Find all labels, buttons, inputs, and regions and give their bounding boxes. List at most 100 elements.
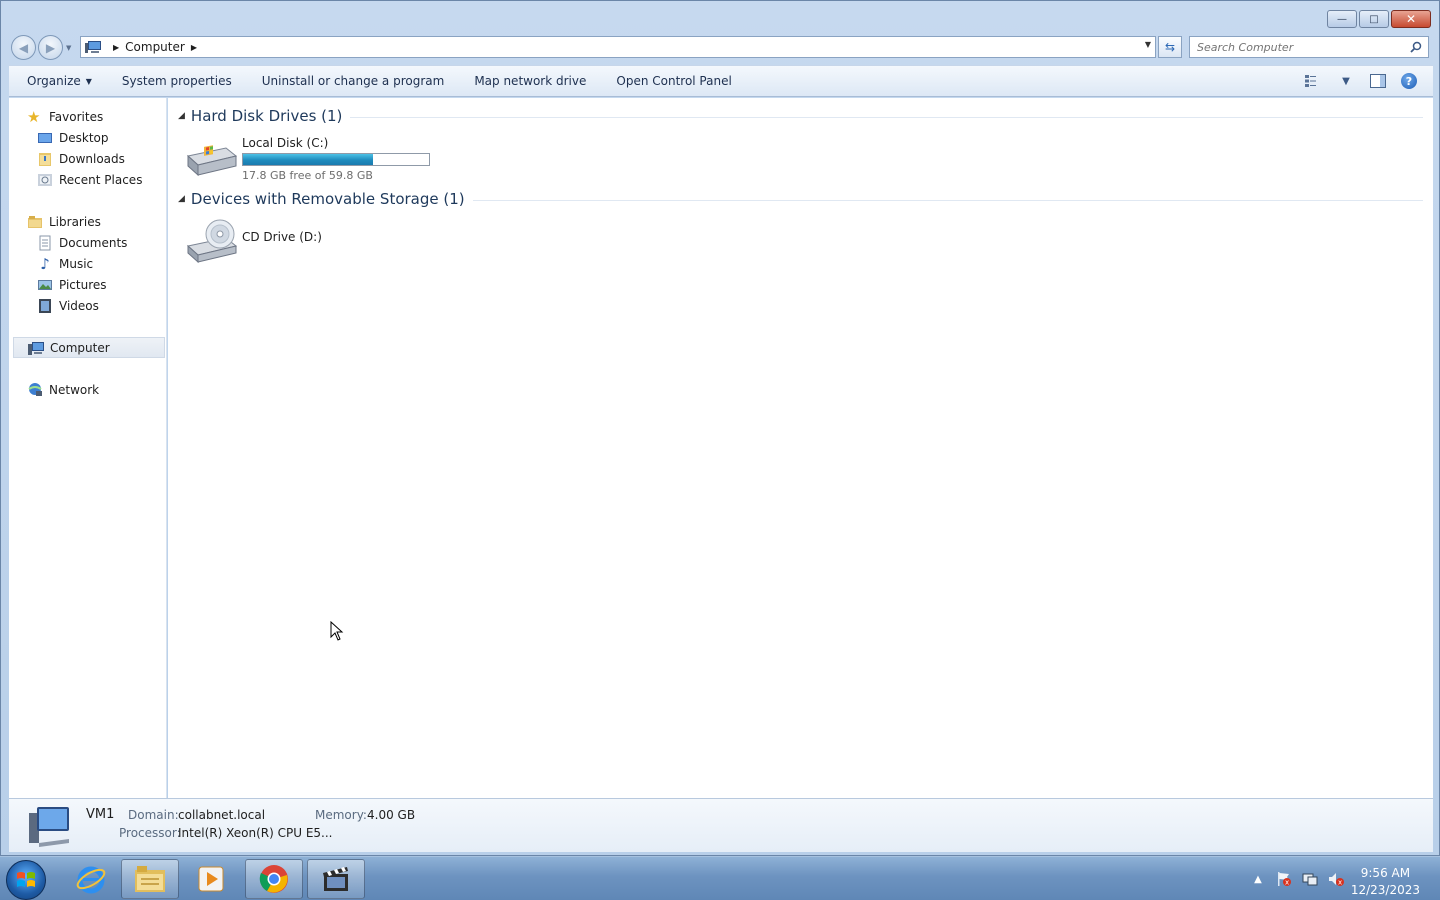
show-hidden-icons-button[interactable]: ▲ (1250, 871, 1266, 887)
drive-cd-d[interactable]: CD Drive (D:) (186, 218, 322, 264)
nav-pictures-label: Pictures (59, 277, 107, 292)
map-network-drive-button[interactable]: Map network drive (459, 66, 601, 96)
chevron-down-icon: ▼ (1342, 75, 1350, 87)
taskbar-media-player[interactable] (182, 859, 240, 899)
processor-label: Processor: (119, 826, 181, 840)
internet-explorer-icon (76, 866, 106, 894)
preview-pane-icon (1370, 74, 1386, 88)
film-clapper-icon (323, 867, 348, 891)
nav-pictures[interactable]: Pictures (37, 274, 107, 295)
drive-local-disk-c[interactable]: Local Disk (C:) 17.8 GB free of 59.8 GB (186, 134, 430, 182)
taskbar-movie-maker[interactable] (307, 859, 365, 899)
forward-arrow-icon: ▶ (45, 40, 56, 55)
nav-network-label: Network (49, 382, 100, 397)
computer-icon (29, 807, 69, 847)
music-note-icon: ♪ (40, 254, 50, 273)
group-header-removable-storage[interactable]: ◢ Devices with Removable Storage (1) (178, 190, 1423, 208)
command-bar: Organize ▼ System properties Uninstall or… (9, 65, 1433, 97)
change-view-button[interactable] (1305, 72, 1323, 90)
preview-pane-button[interactable] (1369, 72, 1387, 90)
memory-value: 4.00 GB (367, 808, 416, 822)
organize-menu[interactable]: Organize ▼ (9, 66, 107, 96)
group-header-hard-disk-drives[interactable]: ◢ Hard Disk Drives (1) (178, 107, 1423, 125)
taskbar-clock[interactable]: 9:56 AM 12/23/2023 (1351, 865, 1420, 899)
nav-favorites[interactable]: ★ Favorites (27, 106, 103, 127)
close-icon: ✕ (1405, 12, 1417, 26)
nav-libraries-label: Libraries (49, 214, 101, 229)
taskbar-internet-explorer[interactable] (62, 859, 120, 899)
nav-downloads[interactable]: Downloads (37, 148, 125, 169)
history-navigation: ◀ ▶ ▼ (11, 35, 76, 60)
help-button[interactable]: ? (1401, 73, 1417, 89)
network-status-button[interactable] (1302, 871, 1318, 887)
action-center-flag-button[interactable]: x (1276, 871, 1292, 887)
media-player-icon (198, 866, 224, 892)
documents-icon (39, 235, 51, 250)
libraries-icon (28, 215, 42, 228)
collapse-triangle-icon[interactable]: ◢ (178, 111, 185, 121)
downloads-folder-icon (39, 152, 51, 166)
pictures-icon (38, 279, 52, 290)
search-box[interactable] (1189, 36, 1429, 58)
drive-c-info: Local Disk (C:) 17.8 GB free of 59.8 GB (242, 134, 430, 182)
nav-network[interactable]: Network (27, 379, 99, 400)
taskbar-windows-explorer[interactable] (121, 859, 179, 899)
nav-desktop[interactable]: Desktop (37, 127, 109, 148)
nav-computer[interactable]: Computer (13, 337, 165, 358)
view-controls: ▼ ? (1305, 72, 1417, 90)
breadcrumb-computer[interactable]: Computer (125, 40, 185, 54)
search-input[interactable] (1197, 40, 1397, 54)
network-icon (28, 382, 42, 396)
open-control-panel-button[interactable]: Open Control Panel (601, 66, 746, 96)
folder-icon (135, 866, 165, 892)
breadcrumb-separator-icon[interactable]: ▶ (113, 43, 119, 52)
drive-c-free-space: 17.8 GB free of 59.8 GB (242, 169, 373, 182)
forward-button[interactable]: ▶ (38, 35, 63, 60)
address-history-dropdown[interactable]: ▼ (1145, 40, 1151, 49)
nav-documents-label: Documents (59, 235, 128, 250)
nav-music[interactable]: ♪ Music (37, 253, 93, 274)
svg-text:x: x (1285, 879, 1289, 887)
nav-libraries[interactable]: Libraries (27, 211, 101, 232)
back-arrow-icon: ◀ (18, 40, 29, 55)
view-dropdown[interactable]: ▼ (1337, 72, 1355, 90)
nav-computer-label: Computer (50, 340, 110, 355)
close-button[interactable]: ✕ (1391, 10, 1431, 28)
refresh-button[interactable]: ⇆ (1158, 36, 1182, 58)
windows-logo-icon (17, 872, 35, 887)
nav-recent-places[interactable]: Recent Places (37, 169, 142, 190)
minimize-button[interactable]: — (1327, 10, 1357, 28)
back-button[interactable]: ◀ (11, 35, 36, 60)
chevron-up-icon: ▲ (1254, 873, 1262, 885)
address-bar[interactable]: ▶ Computer ▶ ▼ (80, 36, 1156, 58)
taskbar: ▲ x x 9:56 AM 12/23/2023 (0, 856, 1440, 900)
start-button[interactable] (6, 860, 46, 900)
memory-label: Memory: (315, 808, 367, 822)
clock-date: 12/23/2023 (1350, 883, 1420, 897)
nav-desktop-label: Desktop (59, 130, 109, 145)
maximize-icon: □ (1369, 13, 1379, 25)
processor-value: Intel(R) Xeon(R) CPU E5... (178, 826, 333, 840)
help-icon: ? (1405, 74, 1413, 88)
recent-pages-dropdown[interactable]: ▼ (66, 44, 76, 52)
details-pane: VM1 Domain: collabnet.local Memory: 4.00… (9, 798, 1433, 852)
drive-c-usage-fill (243, 154, 374, 165)
title-bar[interactable]: — □ ✕ (1, 1, 1439, 35)
maximize-button[interactable]: □ (1359, 10, 1389, 28)
group-divider (472, 199, 1423, 201)
system-properties-button[interactable]: System properties (107, 66, 247, 96)
volume-button[interactable]: x (1328, 871, 1344, 887)
nav-documents[interactable]: Documents (37, 232, 127, 253)
drive-c-name: Local Disk (C:) (242, 136, 329, 150)
breadcrumb-separator-icon[interactable]: ▶ (191, 43, 197, 52)
collapse-triangle-icon[interactable]: ◢ (178, 194, 185, 204)
window-controls: — □ ✕ (1327, 10, 1431, 28)
taskbar-chrome[interactable] (245, 859, 303, 899)
explorer-window: — □ ✕ ◀ ▶ ▼ ▶ Computer ▶ ▼ ⇆ Organize ▼ S… (0, 0, 1440, 856)
computer-name: VM1 (86, 807, 115, 822)
minimize-icon: — (1337, 13, 1347, 25)
nav-videos[interactable]: Videos (37, 295, 99, 316)
system-tray: ▲ x x (1250, 871, 1344, 887)
uninstall-program-button[interactable]: Uninstall or change a program (247, 66, 460, 96)
hard-disk-icon (186, 145, 238, 177)
